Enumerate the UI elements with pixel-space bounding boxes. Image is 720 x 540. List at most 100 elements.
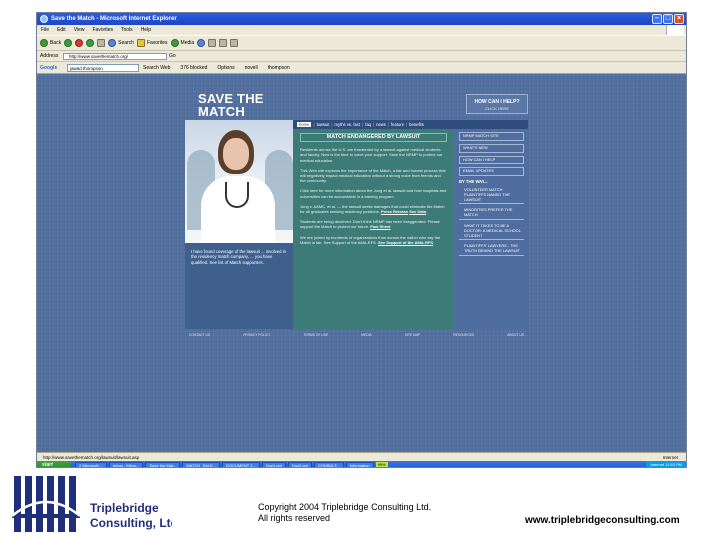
paragraph-with-links: Jung v. AAMC, et al. — the lawsuit seeks… [300, 204, 447, 214]
highlight-novell[interactable]: novell [245, 62, 258, 74]
taskbar-item[interactable]: Inbox - Micro... [109, 462, 144, 467]
footer-link-sitemap[interactable]: SITE MAP [405, 331, 420, 339]
nav-separator: | [406, 122, 408, 127]
footer-link-media[interactable]: MEDIA [361, 331, 371, 339]
ama-rfs-link[interactable]: See Support of the AMA-RFS [378, 240, 433, 245]
home-button[interactable] [97, 39, 106, 47]
start-button[interactable]: start [37, 461, 71, 467]
favorites-button[interactable]: Favorites [136, 39, 168, 47]
search-button[interactable]: Search [108, 39, 134, 47]
footer-link-resources[interactable]: RESOURCES [453, 331, 474, 339]
side-link-volunteer[interactable]: VOLUNTEER MATCH PLAINTIFFS NAMED THE LAW… [459, 187, 524, 205]
windows-logo-icon [666, 25, 684, 35]
menu-help[interactable]: Help [141, 25, 151, 35]
save-the-match-site: SAVE THE MATCH HOW CAN I HELP? CLICK HER… [185, 90, 528, 343]
slide: Save the Match - Microsoft Internet Expl… [0, 0, 720, 540]
side-link-doctor[interactable]: WHAT IT TAKES TO BE A DOCTOR: A MEDICAL … [459, 223, 524, 241]
google-toolbar-items: Search Web 376 blocked Options novell th… [143, 62, 290, 74]
menu-view[interactable]: View [74, 25, 85, 35]
go-button[interactable]: Go [169, 53, 176, 60]
taskbar-item[interactable]: Doc1.ppt [261, 462, 286, 467]
options-button[interactable]: Options [217, 62, 234, 74]
side-item-whats-new[interactable]: WHAT'S NEW [459, 143, 524, 153]
menu-favorites[interactable]: Favorites [92, 25, 113, 35]
search-icon [108, 39, 117, 47]
forward-arrow-icon [64, 39, 73, 47]
maximize-button[interactable]: □ [663, 14, 673, 24]
side-item-how-help[interactable]: HOW CAN I HELP [459, 155, 524, 165]
paragraph: Click here for more information about th… [300, 188, 447, 199]
help-title: HOW CAN I HELP? [474, 99, 520, 105]
nav-feature[interactable]: feature [391, 122, 404, 127]
panel-title: MATCH ENDANGERED BY LAWSUIT [300, 133, 447, 143]
minimize-button[interactable]: – [652, 14, 662, 24]
site-header: SAVE THE MATCH HOW CAN I HELP? CLICK HER… [185, 90, 528, 120]
nav-separator: | [362, 122, 364, 127]
footer-link-privacy[interactable]: PRIVACY POLICY [243, 331, 270, 339]
footer-link-about[interactable]: ABOUT US [507, 331, 524, 339]
rights-line: All rights reserved [258, 513, 331, 523]
back-button[interactable]: Back [40, 39, 61, 47]
side-item-email[interactable]: EMAIL UPDATES [459, 167, 524, 177]
refresh-button[interactable] [86, 39, 95, 47]
highlight-thompson[interactable]: thompson [268, 62, 290, 74]
how-can-i-help-box[interactable]: HOW CAN I HELP? CLICK HERE [466, 94, 528, 114]
google-search-input[interactable]: jawad thompson [67, 64, 139, 72]
stop-button[interactable] [75, 39, 84, 47]
taskbar-item[interactable]: 2 Microsoft ... [75, 462, 108, 467]
back-label: Back [50, 40, 62, 46]
menu-file[interactable]: File [41, 25, 49, 35]
menu-bar: File Edit View Favorites Tools Help [37, 25, 686, 35]
press-release-link[interactable]: Press Release [381, 209, 408, 214]
taskbar-item[interactable]: MATCH_SALE... [182, 462, 221, 467]
window-controls: – □ × [652, 14, 684, 24]
nav-faq[interactable]: faq [365, 122, 371, 127]
taskbar-item[interactable]: Information [345, 462, 374, 467]
copyright-line: Copyright 2004 Triplebridge Consulting L… [258, 502, 432, 512]
taskbar-item[interactable]: CONSULT... [313, 462, 344, 467]
search-web-button[interactable]: Search Web [143, 62, 170, 74]
popup-blocked-counter[interactable]: 376 blocked [180, 62, 207, 74]
side-link-lawyers[interactable]: PLAINTIFFS' LAWYERS - THE TRUTH BEHIND T… [459, 243, 524, 256]
taskbar-item[interactable]: Save the Mat... [145, 462, 181, 467]
company-name-line2: Consulting, Ltd. [90, 516, 172, 530]
media-label: Media [180, 40, 195, 46]
site-footer: CONTACT US PRIVACY POLICY TERMS OF USE M… [185, 331, 528, 339]
doctor-photo [185, 120, 293, 243]
menu-edit[interactable]: Edit [57, 25, 66, 35]
media-button[interactable]: Media [170, 39, 195, 47]
nav-lawsuit[interactable]: lawsuit [317, 122, 330, 127]
paragraph: This Web site explains the importance of… [300, 167, 446, 184]
menu-tools[interactable]: Tools [121, 25, 133, 35]
nav-myths[interactable]: myths vs. fact [334, 122, 360, 127]
help-link[interactable]: CLICK HERE [467, 106, 527, 111]
nav-benefits[interactable]: benefits [409, 122, 424, 127]
side-item-nrmp[interactable]: NRMP MATCH SITE [459, 132, 524, 141]
footer-link-contact[interactable]: CONTACT US [189, 331, 210, 339]
mail-button[interactable] [208, 39, 217, 47]
forward-button[interactable] [64, 39, 73, 47]
taskbar-item[interactable]: DOCUMENT 1... [222, 462, 260, 467]
close-button[interactable]: × [674, 14, 684, 24]
nav-news[interactable]: news [376, 122, 386, 127]
google-logo[interactable]: Google [40, 65, 57, 71]
window-title-bar: Save the Match - Microsoft Internet Expl… [37, 13, 686, 25]
site-title[interactable]: SAVE THE MATCH [198, 92, 288, 118]
print-button[interactable] [219, 39, 228, 47]
fact-sheet-link[interactable]: Fact Sheet [370, 224, 390, 229]
doctor-face [223, 138, 249, 170]
back-arrow-icon [40, 39, 48, 47]
nav-home[interactable]: home [297, 122, 312, 127]
tray-text: Internet [650, 462, 665, 467]
side-heading: BY THE WAY... [459, 179, 488, 185]
star-icon [136, 39, 145, 47]
see-data-link[interactable]: See Data [409, 209, 426, 214]
footer-link-terms[interactable]: TERMS OF USE [303, 331, 328, 339]
history-button[interactable] [197, 39, 206, 47]
side-link-minorities[interactable]: MINORITIES PREFER THE MATCH [459, 207, 524, 220]
edit-button[interactable] [230, 39, 239, 47]
address-input[interactable]: http://www.savethematch.org/ [63, 53, 167, 60]
browser-screenshot: Save the Match - Microsoft Internet Expl… [36, 12, 687, 468]
taskbar-item[interactable]: Doc2.ppt [287, 462, 312, 467]
history-icon [197, 39, 206, 47]
